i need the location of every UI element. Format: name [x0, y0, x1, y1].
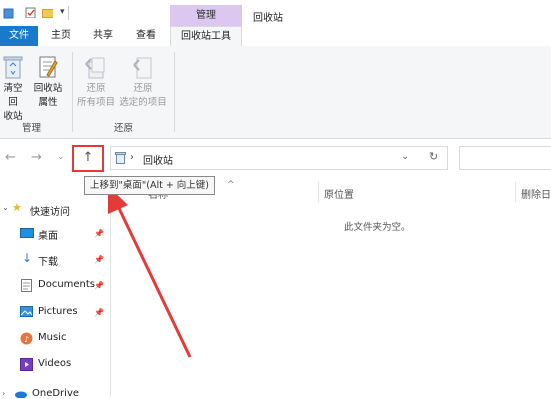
pane-divider[interactable]	[110, 180, 111, 397]
sidebar-item-onedrive[interactable]: OneDrive	[32, 388, 79, 399]
chevron-down-icon[interactable]: ▾	[60, 7, 65, 17]
group-label-restore: 还原	[114, 123, 134, 134]
column-header-date-deleted[interactable]: 删除日	[521, 186, 551, 201]
tab-share[interactable]: 共享	[88, 26, 118, 46]
new-folder-quick-icon[interactable]	[42, 8, 53, 19]
up-button-tooltip: 上移到"桌面"(Alt + 向上键)	[84, 176, 216, 195]
recycle-bin-icon	[3, 56, 23, 79]
tab-view[interactable]: 查看	[131, 26, 161, 46]
column-divider[interactable]	[515, 182, 516, 202]
documents-icon	[21, 279, 32, 292]
recycle-bin-properties-button[interactable]: 回收站 属性	[29, 82, 67, 110]
ribbon-tab-bar	[0, 26, 551, 47]
recycle-bin-small-icon	[115, 152, 126, 164]
sidebar-item-videos[interactable]: Videos	[38, 358, 71, 369]
properties-icon	[39, 56, 58, 78]
restore-selected-label-1: 还原	[133, 83, 153, 94]
tab-recycle-bin-tools[interactable]: 回收站工具	[170, 26, 242, 46]
up-button[interactable]: ↑	[72, 145, 104, 172]
empty-recycle-bin-button[interactable]: 清空回 收站	[0, 82, 26, 124]
properties-label-2: 属性	[38, 97, 58, 108]
pin-icon: 📌	[94, 281, 104, 290]
music-icon: ♪	[20, 332, 33, 345]
pictures-icon	[20, 306, 33, 317]
download-icon: ↓	[22, 251, 33, 265]
address-dropdown-chevron-icon[interactable]: ⌄	[401, 151, 409, 162]
sort-ascending-icon: ^	[227, 180, 235, 190]
search-input[interactable]	[459, 146, 551, 170]
breadcrumb-path[interactable]: 回收站	[143, 152, 173, 167]
expand-chevron-icon[interactable]: ⌄	[2, 203, 9, 212]
back-arrow-icon[interactable]: ←	[5, 150, 16, 165]
star-icon: ★	[12, 201, 22, 214]
restore-selected-icon	[133, 57, 152, 79]
sidebar-item-desktop[interactable]: 桌面	[38, 227, 58, 242]
window-title: 回收站	[253, 13, 283, 24]
restore-all-label-1: 还原	[86, 83, 106, 94]
refresh-icon[interactable]: ↻	[429, 150, 438, 163]
recent-locations-chevron-icon[interactable]: ⌄	[57, 152, 65, 162]
tab-home[interactable]: 主页	[46, 26, 76, 46]
column-header-original-location[interactable]: 原位置	[324, 186, 354, 201]
restore-selected-label-2: 选定的项目	[119, 97, 167, 108]
pin-icon: 📌	[94, 229, 104, 238]
properties-label-1: 回收站	[33, 83, 63, 94]
empty-folder-message: 此文件夹为空。	[344, 222, 411, 233]
empty-bin-label-1: 清空回	[3, 83, 23, 108]
context-tab-header: 管理	[170, 5, 242, 26]
breadcrumb-separator-icon: ›	[130, 152, 134, 163]
tab-file[interactable]: 文件	[0, 26, 38, 46]
ribbon-separator	[174, 52, 175, 132]
pin-icon: 📌	[94, 255, 104, 264]
svg-text:♪: ♪	[24, 335, 29, 344]
sidebar-item-downloads[interactable]: 下载	[38, 253, 58, 268]
ribbon-separator	[72, 52, 73, 132]
forward-arrow-icon[interactable]: →	[31, 150, 42, 165]
group-label-manage: 管理	[22, 123, 42, 134]
sidebar-item-pictures[interactable]: Pictures	[38, 306, 78, 317]
desktop-icon	[20, 228, 34, 238]
up-arrow-icon: ↑	[82, 150, 94, 165]
restore-all-icon	[85, 57, 105, 79]
sidebar-quick-access[interactable]: 快速访问	[30, 203, 70, 218]
restore-all-button[interactable]: 还原 所有项目	[74, 82, 118, 110]
sidebar-item-documents[interactable]: Documents	[38, 279, 95, 290]
explorer-icon	[3, 8, 14, 19]
sidebar-item-music[interactable]: Music	[38, 332, 66, 343]
videos-icon	[20, 358, 33, 371]
properties-quick-icon[interactable]	[25, 7, 36, 18]
restore-selected-button[interactable]: 还原 选定的项目	[116, 82, 170, 110]
column-divider[interactable]	[318, 182, 319, 202]
restore-all-label-2: 所有项目	[76, 97, 115, 108]
divider	[68, 6, 69, 20]
pin-icon: 📌	[94, 308, 104, 317]
